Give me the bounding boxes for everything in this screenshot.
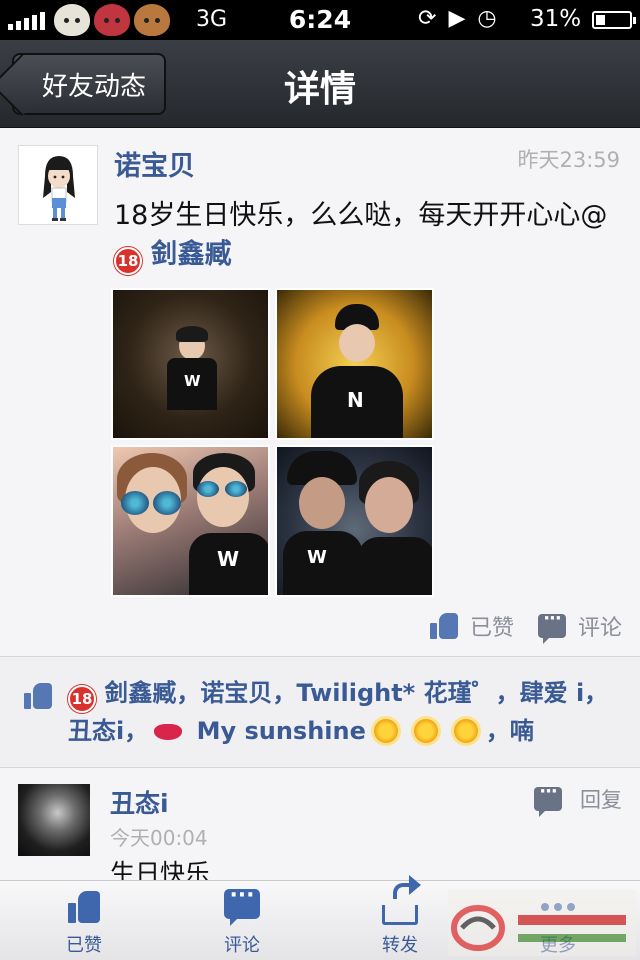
cartoon-girl-avatar-icon xyxy=(43,156,75,221)
post-text: 18岁生日快乐，么么哒，每天开开心心@ 18 釗鑫臧 xyxy=(114,196,614,275)
age-18-badge-icon: 18 xyxy=(114,247,142,275)
battery-percentage: 31% xyxy=(530,6,582,32)
alarm-clock-icon: ◷ xyxy=(477,6,497,31)
likes-section: 18 釗鑫臧，诺宝贝，Twilight* 花瑾゜，肆爱 i，丑态i， My su… xyxy=(0,656,640,768)
like-button[interactable]: 已赞 xyxy=(429,610,514,642)
photo-3[interactable]: W xyxy=(111,445,270,597)
comment-button[interactable]: 评论 xyxy=(537,608,622,644)
status-bar: 3G 6:24 ⟳ ▶ ◷ 31% xyxy=(0,0,640,40)
toolbar-share-button[interactable]: 转发 xyxy=(320,875,480,960)
play-icon: ▶ xyxy=(448,6,466,31)
share-arrow-icon xyxy=(382,875,421,925)
liked-by-sunshine[interactable]: My sunshine xyxy=(197,717,366,745)
comment-item: 丑态i 今天00:04 生日快乐 回复 xyxy=(0,768,640,880)
toolbar-like-label: 已赞 xyxy=(66,935,102,956)
post-action-bar: 已赞 评论 xyxy=(429,608,622,644)
age-18-badge-icon: 18 xyxy=(68,685,96,713)
more-dots-icon xyxy=(540,889,576,925)
commenter-name[interactable]: 丑态i xyxy=(110,784,169,820)
like-label: 已赞 xyxy=(469,616,514,641)
toolbar-more-label: 更多 xyxy=(540,935,576,956)
post-author-name[interactable]: 诺宝贝 xyxy=(114,144,195,183)
reply-label: 回复 xyxy=(580,788,622,812)
post-timestamp: 昨天23:59 xyxy=(517,148,620,172)
toolbar-comment-label: 评论 xyxy=(224,935,260,956)
lips-kiss-icon xyxy=(154,724,183,740)
comment-bubble-icon xyxy=(534,781,562,817)
photo-4[interactable]: W xyxy=(275,445,434,597)
sun-icon xyxy=(413,719,438,743)
toolbar-more-button[interactable]: 更多 xyxy=(478,881,638,960)
photo-1[interactable]: W xyxy=(111,288,270,440)
comment-bubble-icon xyxy=(224,883,260,926)
sun-icon xyxy=(373,719,398,743)
bottom-toolbar: 已赞 评论 转发 更多 xyxy=(0,875,640,960)
comment-text: 生日快乐 xyxy=(110,859,211,880)
rotation-lock-icon: ⟳ xyxy=(418,6,437,31)
liked-by-more[interactable]: ，喃 xyxy=(486,717,534,745)
comment-timestamp: 今天00:04 xyxy=(110,826,208,850)
toolbar-share-label: 转发 xyxy=(382,935,418,956)
back-button-label: 好友动态 xyxy=(42,71,147,102)
photo-2[interactable]: N xyxy=(275,288,434,440)
sun-icon xyxy=(453,719,478,743)
toolbar-comment-button[interactable]: 评论 xyxy=(162,881,322,960)
reply-button[interactable]: 回复 xyxy=(534,781,622,817)
thumbs-up-icon xyxy=(429,613,458,639)
post-card: 诺宝贝 昨天23:59 18岁生日快乐，么么哒，每天开开心心@ 18 釗鑫臧 W … xyxy=(0,128,640,656)
mention-link[interactable]: 釗鑫臧 xyxy=(151,239,232,270)
thumbs-up-icon xyxy=(24,683,52,709)
photo-grid: W N W W xyxy=(111,288,435,598)
thumbs-up-icon xyxy=(66,889,102,925)
commenter-avatar[interactable] xyxy=(18,784,90,856)
navigation-bar: 好友动态 详情 xyxy=(0,40,640,128)
comment-label: 评论 xyxy=(577,616,622,641)
post-body: 18岁生日快乐，么么哒，每天开开心心@ xyxy=(114,200,608,231)
toolbar-like-button[interactable]: 已赞 xyxy=(4,881,164,960)
comment-bubble-icon xyxy=(537,608,566,644)
liked-by-list[interactable]: 18 釗鑫臧，诺宝贝，Twilight* 花瑾゜，肆爱 i，丑态i， My su… xyxy=(68,675,628,750)
battery-icon xyxy=(592,11,636,29)
author-avatar[interactable] xyxy=(18,145,98,225)
